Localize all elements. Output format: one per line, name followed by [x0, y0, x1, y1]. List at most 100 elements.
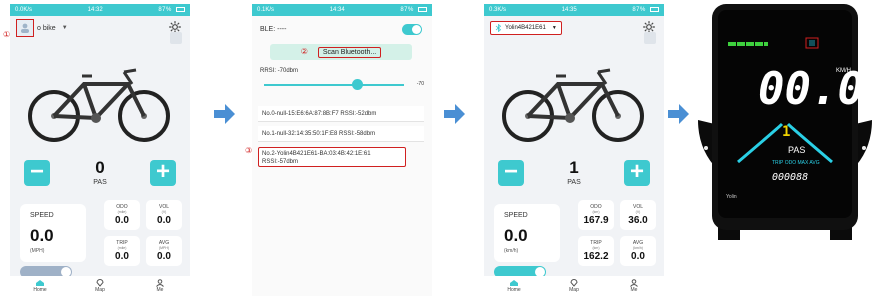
odo-card: ODO (mile) 0.0 — [104, 200, 140, 230]
tab-map[interactable]: Map — [554, 279, 594, 293]
increase-pas-button[interactable]: + — [624, 160, 650, 186]
map-pin-icon — [96, 279, 104, 287]
speed-label: SPEED — [504, 212, 528, 219]
device-list-item[interactable]: No.1-null-32:14:35:50:1F:E8 RSSI:-58dbm — [258, 126, 424, 142]
bluetooth-panel: BLE: ---- ② Scan Bluetooth... RRSI: -70d… — [252, 16, 432, 296]
annotation-step-1: ① — [3, 30, 11, 39]
tab-home[interactable]: Home — [20, 279, 60, 293]
slider-thumb[interactable] — [352, 79, 363, 90]
bluetooth-icon — [495, 24, 502, 32]
map-pin-icon — [570, 279, 578, 287]
tab-map-label: Map — [569, 287, 579, 293]
status-bar: 0.3K/s 14:35 87% — [484, 4, 664, 16]
speed-unit: (km/h) — [504, 248, 519, 254]
bike-image — [28, 68, 170, 142]
avg-card: AVG (km/h) 0.0 — [620, 236, 656, 266]
selected-device-name: No.2-Yolin4B421E61-BA:03:4B:42:1E:61 — [262, 151, 371, 157]
speed-label: SPEED — [30, 212, 54, 219]
vol-unit: (V) — [161, 210, 167, 214]
status-bar: 0.0K/s 14:32 87% — [10, 4, 190, 16]
speed-value: 0.0 — [504, 226, 528, 245]
tab-me-label: Me — [156, 287, 164, 293]
small-action-button[interactable] — [644, 32, 656, 44]
vol-card: VOL (V) 36.0 — [620, 200, 656, 230]
scan-bluetooth-label: Scan Bluetooth... — [317, 47, 382, 58]
user-icon — [156, 279, 164, 287]
tab-home-label: Home — [507, 287, 521, 293]
phone-screen-home-disconnected: 0.0K/s 14:32 87% o bike ▼ − 0 PAS + SPEE… — [10, 4, 190, 296]
avg-unit: (MPH) — [158, 246, 170, 250]
status-network: 0.3K/s — [489, 7, 507, 13]
tab-home[interactable]: Home — [494, 279, 534, 293]
speed-card: SPEED 0.0 (MPH) — [20, 204, 86, 262]
display-indicators: TRIP ODO MAX AVG — [772, 160, 820, 166]
bike-image — [502, 68, 644, 142]
trip-card: TRIP (km) 162.2 — [578, 236, 614, 266]
pas-control: − 0 PAS + — [10, 152, 190, 192]
speed-value: 0.0 — [30, 226, 54, 245]
speed-unit: (MPH) — [30, 248, 45, 254]
trip-card: TRIP (mile) 0.0 — [104, 236, 140, 266]
trip-value: 0.0 — [115, 251, 129, 262]
odo-value: 167.9 — [583, 215, 609, 226]
increase-pas-button[interactable]: + — [150, 160, 176, 186]
tab-bar: Home Map Me — [10, 276, 190, 296]
avatar-icon — [21, 23, 29, 33]
user-icon — [630, 279, 638, 287]
device-name[interactable]: o bike — [37, 25, 56, 32]
top-bar: o bike ▼ — [10, 16, 190, 40]
top-bar: Yolin4B421E61 ▼ — [484, 16, 664, 40]
avg-value: 0.0 — [631, 251, 645, 262]
annotation-step-2: ② — [300, 47, 308, 56]
annotation-step-3: ③ — [245, 146, 253, 155]
phone-screen-home-connected: 0.3K/s 14:35 87% Yolin4B421E61 ▼ − 1 PAS — [484, 4, 664, 296]
tab-home-label: Home — [33, 287, 47, 293]
trip-value: 162.2 — [583, 251, 609, 262]
device-list-item-selected[interactable]: No.2-Yolin4B421E61-BA:03:4B:42:1E:61 RSS… — [258, 147, 406, 167]
tab-map-label: Map — [95, 287, 105, 293]
ebike-display-unit: 00.0 KM/H 1 PAS TRIP ODO MAX AVG 000088 … — [698, 4, 872, 240]
vol-card: VOL (V) 0.0 — [146, 200, 182, 230]
ble-toggle[interactable] — [402, 24, 422, 35]
chevron-down-icon: ▼ — [551, 25, 557, 31]
scan-bluetooth-button[interactable]: ② Scan Bluetooth... — [270, 44, 412, 60]
status-time: 14:34 — [329, 7, 345, 13]
chevron-down-icon[interactable]: ▼ — [62, 25, 68, 31]
tab-me-label: Me — [630, 287, 638, 293]
tab-bar: Home Map Me — [484, 276, 664, 296]
phone-screen-bluetooth-scan: 0.1K/s 14:34 87% BLE: ---- ② Scan Blueto… — [252, 4, 432, 296]
trip-unit: (mile) — [117, 246, 127, 250]
status-bar: 0.1K/s 14:34 87% — [252, 4, 432, 16]
selected-device-rssi: RSSI:-57dbm — [262, 159, 299, 165]
vol-value: 36.0 — [628, 215, 648, 226]
tab-me[interactable]: Me — [614, 279, 654, 293]
ble-status-label: BLE: ---- — [260, 26, 287, 33]
device-avatar-button[interactable] — [16, 19, 34, 37]
slider-value: -70 — [416, 81, 424, 87]
speed-card: SPEED 0.0 (km/h) — [494, 204, 560, 262]
display-pas-label: PAS — [788, 145, 805, 155]
tab-map[interactable]: Map — [80, 279, 120, 293]
status-time: 14:35 — [561, 7, 577, 13]
device-name: Yolin4B421E61 — [505, 25, 546, 31]
device-list-item[interactable]: No.0-null-15:E6:6A:87:8B:F7 RSSI:-52dbm — [258, 106, 424, 122]
rssi-slider[interactable] — [264, 79, 404, 90]
status-battery: 87% — [158, 6, 185, 13]
avg-card: AVG (MPH) 0.0 — [146, 236, 182, 266]
tutorial-strip: 0.0K/s 14:32 87% o bike ▼ − 0 PAS + SPEE… — [0, 0, 872, 296]
status-battery: 87% — [400, 6, 427, 13]
display-brand: Yolin — [726, 194, 737, 200]
arrow-right-icon — [668, 104, 689, 124]
home-icon — [36, 280, 44, 286]
tab-me[interactable]: Me — [140, 279, 180, 293]
odo-unit: (mile) — [117, 210, 127, 214]
odo-value: 0.0 — [115, 215, 129, 226]
display-speed-unit: KM/H — [836, 68, 851, 74]
odo-unit: (km) — [592, 210, 600, 214]
status-time: 14:32 — [87, 7, 103, 13]
small-action-button[interactable] — [170, 32, 182, 44]
display-odometer: 000088 — [772, 172, 808, 183]
vol-unit: (V) — [635, 210, 641, 214]
connected-device-selector[interactable]: Yolin4B421E61 ▼ — [490, 21, 562, 35]
pas-control: − 1 PAS + — [484, 152, 664, 192]
